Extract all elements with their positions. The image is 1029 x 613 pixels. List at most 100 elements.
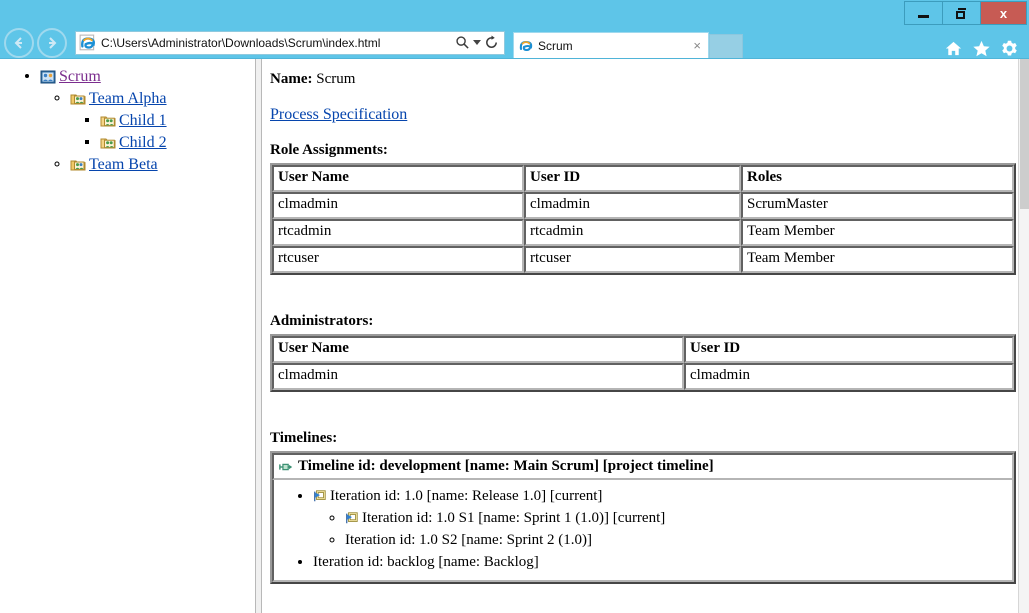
tree-item-team-alpha[interactable]: Team Alpha Child 1	[70, 89, 255, 152]
timelines-heading: Timelines:	[270, 430, 338, 446]
project-name-line: Name: Scrum	[270, 71, 1029, 88]
gear-icon[interactable]	[1000, 39, 1019, 58]
iteration-list: Iteration id: 1.0 [name: Release 1.0] [c…	[279, 486, 1007, 573]
tree-item-child-2[interactable]: Child 2	[100, 133, 255, 152]
column-roles: Roles	[741, 165, 1014, 192]
cell-user-id: clmadmin	[684, 363, 1014, 390]
tree-link-team-alpha[interactable]: Team Alpha	[89, 90, 167, 107]
tree-children-scrum: Team Alpha Child 1	[40, 89, 255, 174]
table-row: clmadmin clmadmin	[272, 363, 1014, 390]
iteration-sublist: Iteration id: 1.0 S1 [name: Sprint 1 (1.…	[313, 508, 1007, 551]
window-controls: x	[904, 1, 1027, 25]
cell-roles: Team Member	[741, 246, 1014, 273]
back-button[interactable]	[4, 27, 34, 58]
timeline-body: Iteration id: 1.0 [name: Release 1.0] [c…	[272, 480, 1014, 582]
table-row: clmadmin clmadmin ScrumMaster	[272, 192, 1014, 219]
process-specification-link[interactable]: Process Specification	[270, 106, 407, 123]
column-user-id: User ID	[524, 165, 741, 192]
timeline-icon	[279, 463, 293, 470]
back-arrow-icon	[14, 36, 22, 49]
forward-button[interactable]	[37, 27, 67, 58]
administrators-table: User Name User ID clmadmin clmadmin	[270, 334, 1016, 392]
name-label: Name:	[270, 71, 313, 87]
restore-icon	[955, 7, 968, 19]
close-icon: x	[999, 5, 1008, 21]
tree-children-team-alpha: Child 1 Child 2	[70, 111, 255, 152]
report-frame: Name: Scrum Process Specification Role A…	[262, 59, 1029, 613]
list-item: Iteration id: backlog [name: Backlog]	[313, 552, 1007, 573]
process-spec-line: Process Specification	[270, 106, 1029, 124]
iteration-current-icon	[314, 490, 326, 502]
iteration-text: Iteration id: 1.0 S1 [name: Sprint 1 (1.…	[362, 510, 666, 526]
browser-toolbar-right	[944, 39, 1025, 58]
minimize-icon	[918, 14, 929, 18]
iteration-text: Iteration id: 1.0 S2 [name: Sprint 2 (1.…	[345, 532, 593, 548]
tree-link-team-beta[interactable]: Team Beta	[89, 156, 158, 173]
table-row: rtcuser rtcuser Team Member	[272, 246, 1014, 273]
close-button[interactable]: x	[980, 1, 1027, 25]
restore-button[interactable]	[942, 1, 981, 25]
team-folder-icon	[100, 116, 116, 127]
star-icon[interactable]	[972, 39, 991, 58]
cell-user-id: clmadmin	[524, 192, 741, 219]
cell-user-name: rtcadmin	[272, 219, 524, 246]
cell-user-name: rtcuser	[272, 246, 524, 273]
cell-user-name: clmadmin	[272, 363, 684, 390]
list-item: Iteration id: 1.0 S2 [name: Sprint 2 (1.…	[345, 530, 1007, 551]
ie-icon	[519, 40, 533, 51]
navigation-toolbar: C:\Users\Administrator\Downloads\Scrum\i…	[0, 27, 1029, 58]
ie-icon	[79, 34, 95, 50]
iteration-text: Iteration id: 1.0 [name: Release 1.0] [c…	[330, 488, 603, 504]
url-text[interactable]: C:\Users\Administrator\Downloads\Scrum\i…	[101, 36, 455, 50]
refresh-icon[interactable]	[484, 35, 499, 50]
project-area-icon	[40, 70, 56, 84]
iteration-text: Iteration id: backlog [name: Backlog]	[313, 554, 539, 570]
timeline-title: Timeline id: development [name: Main Scr…	[298, 458, 714, 474]
timeline-box: Timeline id: development [name: Main Scr…	[270, 451, 1016, 584]
iteration-current-icon	[346, 512, 358, 524]
tree-item-team-beta[interactable]: Team Beta	[70, 155, 255, 174]
search-icon[interactable]	[455, 35, 470, 50]
browser-window: x C:\Users\Administrator\Downloads\Scrum…	[0, 0, 1029, 613]
list-item: Iteration id: 1.0 S1 [name: Sprint 1 (1.…	[345, 508, 1007, 529]
report-scrollbar[interactable]	[1018, 59, 1029, 613]
tab-close-icon[interactable]: ×	[690, 38, 704, 53]
cell-roles: Team Member	[741, 219, 1014, 246]
team-area-icon	[70, 160, 86, 171]
role-assignments-table: User Name User ID Roles clmadmin clmadmi…	[270, 163, 1016, 275]
timeline-header: Timeline id: development [name: Main Scr…	[272, 453, 1014, 480]
tree-link-child-2[interactable]: Child 2	[119, 134, 167, 151]
table-header-row: User Name User ID Roles	[272, 165, 1014, 192]
address-bar-icons	[455, 35, 504, 50]
cell-roles: ScrumMaster	[741, 192, 1014, 219]
name-value: Scrum	[316, 71, 356, 87]
column-user-id: User ID	[684, 336, 1014, 363]
tree-item-child-1[interactable]: Child 1	[100, 111, 255, 130]
frame-splitter[interactable]	[255, 59, 262, 613]
chevron-down-icon[interactable]	[473, 40, 481, 45]
cell-user-name: clmadmin	[272, 192, 524, 219]
tree-item-scrum[interactable]: Scrum Team Alpha	[40, 67, 255, 174]
list-item: Iteration id: 1.0 [name: Release 1.0] [c…	[313, 486, 1007, 551]
minimize-button[interactable]	[904, 1, 943, 25]
team-area-icon	[70, 94, 86, 105]
administrators-heading: Administrators:	[270, 313, 374, 329]
tree-link-child-1[interactable]: Child 1	[119, 112, 167, 129]
cell-user-id: rtcadmin	[524, 219, 741, 246]
column-user-name: User Name	[272, 165, 524, 192]
role-assignments-heading: Role Assignments:	[270, 142, 388, 158]
home-icon[interactable]	[944, 39, 963, 58]
new-tab-button[interactable]	[709, 34, 743, 58]
tab-strip: Scrum ×	[513, 27, 1025, 58]
scrollbar-thumb[interactable]	[1020, 59, 1029, 209]
team-folder-icon	[100, 138, 116, 149]
scrum-report: Name: Scrum Process Specification Role A…	[262, 59, 1029, 613]
tab-title: Scrum	[538, 38, 573, 53]
tab-scrum[interactable]: Scrum ×	[513, 32, 709, 58]
project-tree: Scrum Team Alpha	[0, 67, 255, 174]
address-bar[interactable]: C:\Users\Administrator\Downloads\Scrum\i…	[75, 30, 505, 55]
cell-user-id: rtcuser	[524, 246, 741, 273]
column-user-name: User Name	[272, 336, 684, 363]
title-bar: x	[0, 0, 1029, 27]
tree-link-scrum[interactable]: Scrum	[59, 68, 101, 85]
